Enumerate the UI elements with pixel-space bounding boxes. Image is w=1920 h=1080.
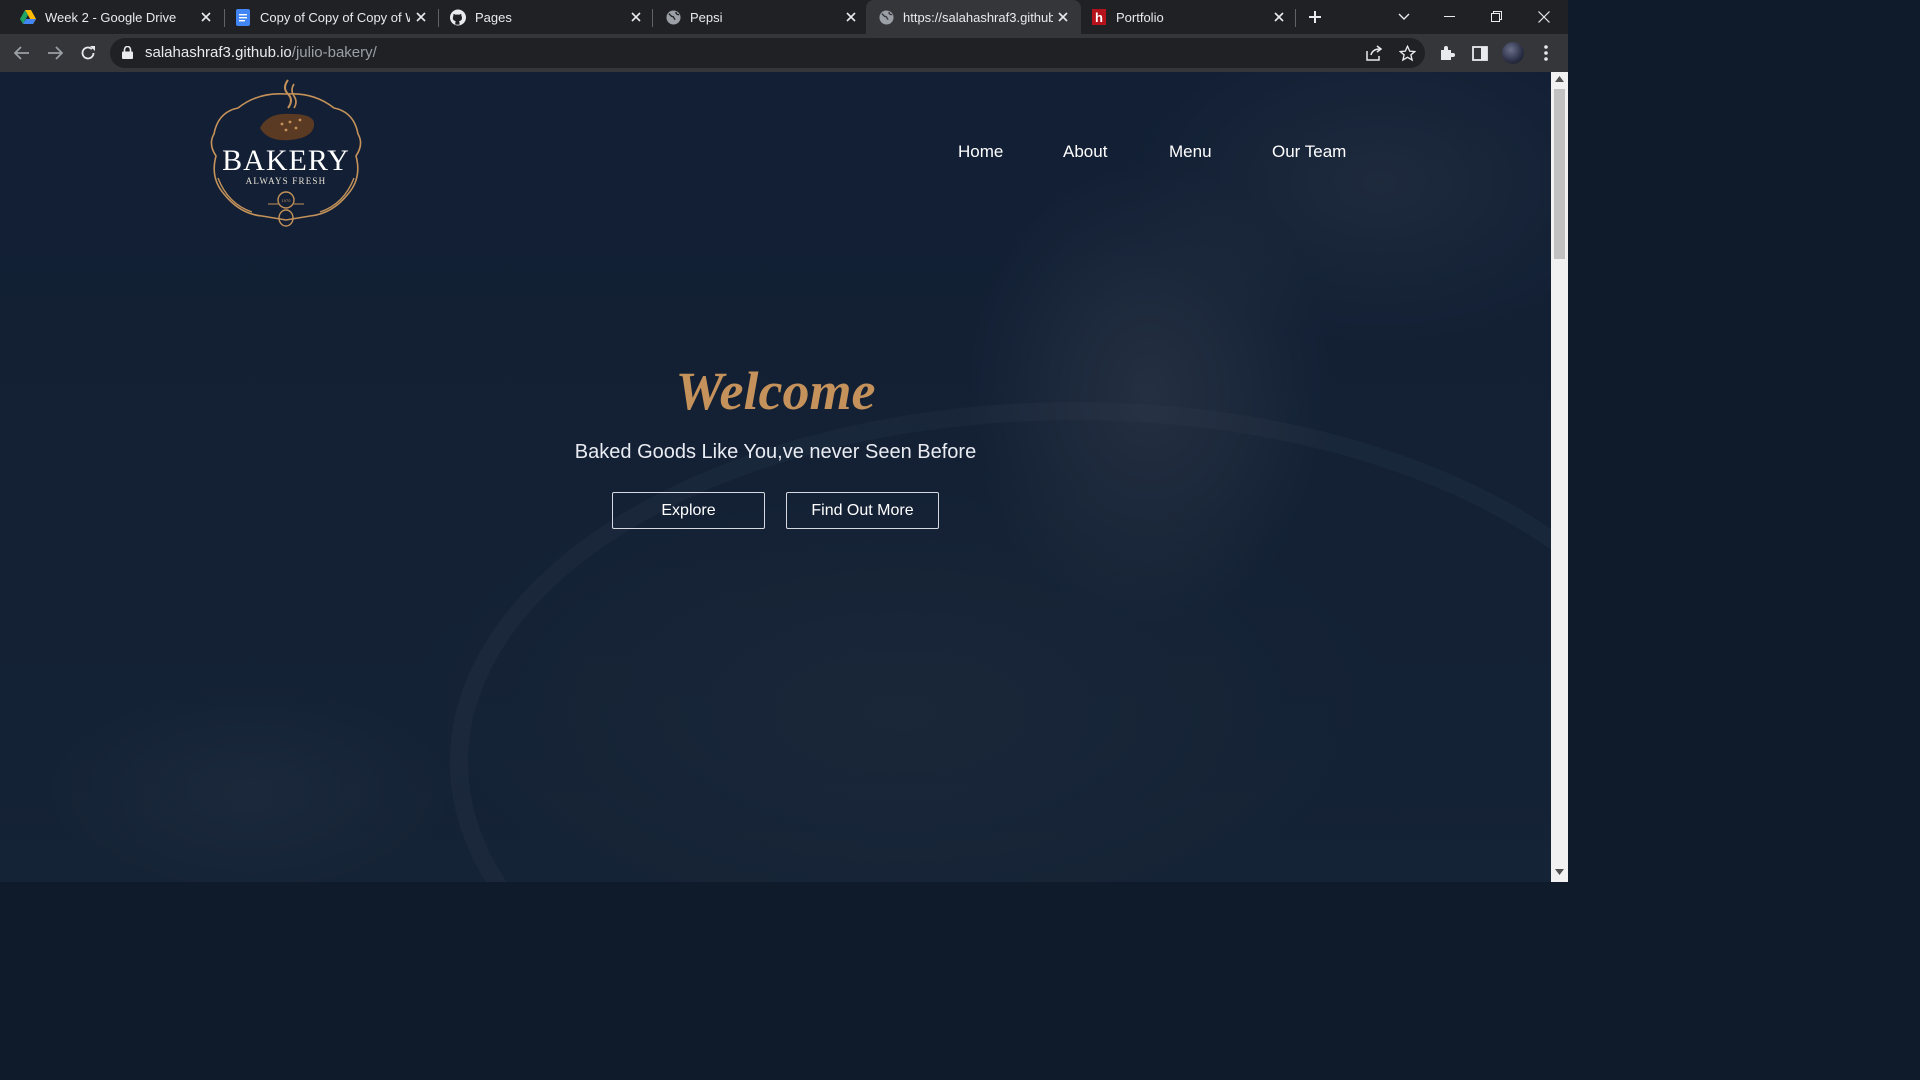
forward-icon[interactable] xyxy=(45,43,65,63)
hero-title: Welcome xyxy=(675,361,876,421)
close-window-icon[interactable] xyxy=(1533,6,1555,28)
google-docs-icon xyxy=(235,8,251,26)
nav-about[interactable]: About xyxy=(1063,142,1107,162)
page-viewport: BAKERY ALWAYS FRESH 1970 Home About Menu… xyxy=(0,72,1551,882)
nav-menu[interactable]: Menu xyxy=(1169,142,1212,162)
hackerrank-h-icon: h xyxy=(1091,9,1107,25)
tab-title: https://salahashraf3.github. xyxy=(903,9,1053,25)
restore-icon[interactable] xyxy=(1486,6,1508,28)
explore-button[interactable]: Explore xyxy=(612,492,765,529)
tab-google-drive[interactable]: Week 2 - Google Drive xyxy=(0,0,222,34)
bakery-logo[interactable]: BAKERY ALWAYS FRESH 1970 xyxy=(208,78,364,228)
lock-icon[interactable] xyxy=(122,45,134,60)
nav-home[interactable]: Home xyxy=(958,142,1003,162)
url-text[interactable]: salahashraf3.github.io/julio-bakery/ xyxy=(145,44,377,61)
tab-google-docs[interactable]: Copy of Copy of Copy of W xyxy=(215,0,437,34)
globe-icon xyxy=(665,9,681,25)
back-icon[interactable] xyxy=(12,43,32,63)
tab-title: Pepsi xyxy=(690,9,723,25)
new-tab-plus-icon[interactable] xyxy=(1305,7,1325,27)
tab-pepsi[interactable]: Pepsi xyxy=(645,0,867,34)
logo-title: BAKERY xyxy=(222,144,350,177)
tab-strip: Week 2 - Google Drive Copy of Copy of Co… xyxy=(0,0,1568,34)
bookmark-star-icon[interactable] xyxy=(1398,44,1416,62)
close-icon[interactable] xyxy=(1271,9,1287,25)
hero-subtitle: Baked Goods Like You,ve never Seen Befor… xyxy=(574,441,977,463)
close-icon[interactable] xyxy=(1055,9,1071,25)
tab-search-chevron-icon[interactable] xyxy=(1393,6,1415,28)
address-bar[interactable]: salahashraf3.github.io/julio-bakery/ xyxy=(110,38,1425,68)
logo-year: 1970 xyxy=(282,198,292,203)
tab-portfolio[interactable]: h Portfolio xyxy=(1080,0,1295,34)
scroll-down-arrow-icon[interactable] xyxy=(1555,869,1564,878)
tab-active-site[interactable]: https://salahashraf3.github. xyxy=(866,0,1081,34)
close-icon[interactable] xyxy=(843,9,859,25)
side-panel-icon[interactable] xyxy=(1470,43,1490,63)
globe-icon xyxy=(878,9,894,25)
find-out-more-button[interactable]: Find Out More xyxy=(786,492,939,529)
browser-toolbar: salahashraf3.github.io/julio-bakery/ xyxy=(0,34,1568,72)
google-drive-icon xyxy=(20,9,36,25)
close-icon[interactable] xyxy=(198,9,214,25)
tab-title: Week 2 - Google Drive xyxy=(45,9,177,25)
nav-our-team[interactable]: Our Team xyxy=(1272,142,1346,162)
close-icon[interactable] xyxy=(628,9,644,25)
share-icon[interactable] xyxy=(1365,44,1383,62)
tab-github-pages[interactable]: Pages xyxy=(430,0,652,34)
tab-title: Portfolio xyxy=(1116,9,1164,25)
tab-separator xyxy=(1295,9,1296,27)
tab-title: Copy of Copy of Copy of W xyxy=(260,9,410,25)
scroll-thumb[interactable] xyxy=(1554,89,1565,259)
close-icon[interactable] xyxy=(413,9,429,25)
url-domain: salahashraf3.github.io xyxy=(145,44,292,61)
extensions-puzzle-icon[interactable] xyxy=(1437,43,1457,63)
url-path: /julio-bakery/ xyxy=(291,44,377,61)
svg-text:h: h xyxy=(1095,10,1103,25)
github-icon xyxy=(450,9,466,25)
scroll-up-arrow-icon[interactable] xyxy=(1555,76,1564,85)
minimize-icon[interactable] xyxy=(1439,6,1461,28)
page-scrollbar[interactable] xyxy=(1551,72,1568,882)
profile-avatar[interactable] xyxy=(1502,42,1524,64)
tab-title: Pages xyxy=(475,9,512,25)
logo-tagline: ALWAYS FRESH xyxy=(246,176,327,186)
reload-icon[interactable] xyxy=(78,43,98,63)
kebab-menu-icon[interactable] xyxy=(1536,43,1556,63)
